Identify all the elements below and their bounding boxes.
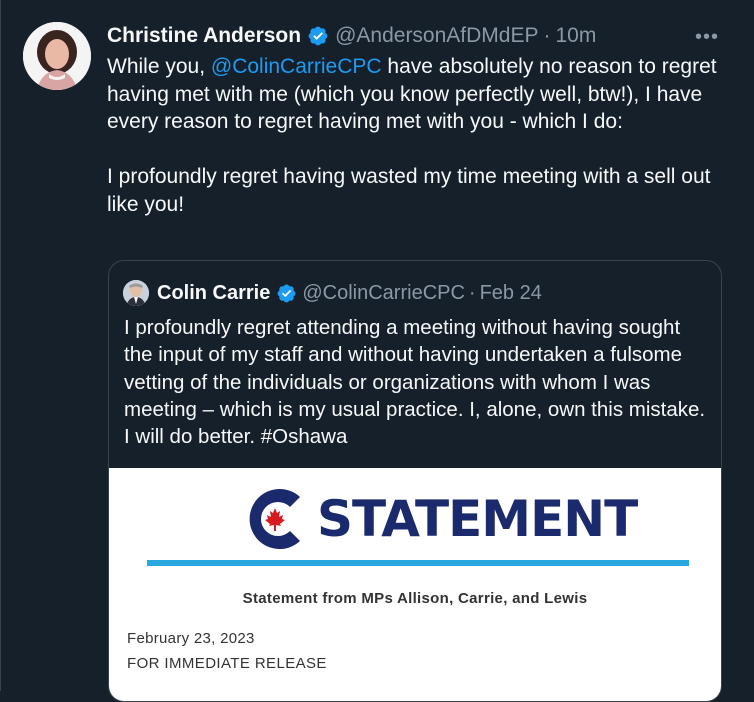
mention-link[interactable]: @ColinCarrieCPC bbox=[211, 55, 382, 78]
tweet-header: Christine Anderson @AndersonAfDMdEP · 10… bbox=[107, 22, 596, 50]
statement-title: Statement from MPs Allison, Carrie, and … bbox=[242, 590, 588, 607]
tweet[interactable]: Christine Anderson @AndersonAfDMdEP · 10… bbox=[0, 0, 754, 702]
separator-dot: · bbox=[468, 281, 476, 304]
quoted-tweet-header: Colin Carrie @ColinCarrieCPC · Feb 24 bbox=[123, 280, 542, 306]
quoted-author-name[interactable]: Colin Carrie bbox=[157, 282, 270, 305]
maple-leaf-icon bbox=[265, 508, 285, 531]
quoted-text-body: I profoundly regret attending a meeting … bbox=[124, 316, 706, 449]
quoted-tweet-card[interactable]: Colin Carrie @ColinCarrieCPC · Feb 24 I … bbox=[108, 260, 722, 702]
conservative-logo-icon bbox=[249, 489, 300, 549]
author-handle[interactable]: @AndersonAfDMdEP bbox=[335, 24, 538, 48]
tweet-text-prefix: While you, bbox=[107, 55, 211, 78]
quoted-author-avatar[interactable] bbox=[123, 280, 149, 306]
tweet-timestamp[interactable]: 10m bbox=[556, 24, 597, 48]
quoted-tweet-date[interactable]: Feb 24 bbox=[480, 282, 542, 305]
quoted-author-handle[interactable]: @ColinCarrieCPC bbox=[302, 282, 465, 305]
quoted-tweet-text: I profoundly regret attending a meeting … bbox=[124, 314, 714, 450]
quoted-tweet-media[interactable]: STATEMENT Statement from MPs Allison, Ca… bbox=[109, 468, 721, 701]
statement-release-label: FOR IMMEDIATE RELEASE bbox=[127, 655, 327, 672]
timeline-divider bbox=[0, 0, 1, 691]
verified-badge-icon bbox=[276, 283, 297, 304]
tweet-paragraph: While you, @ColinCarrieCPC have absolute… bbox=[107, 53, 727, 136]
tweet-paragraph-2: I profoundly regret having wasted my tim… bbox=[107, 165, 711, 216]
tweet-text: While you, @ColinCarrieCPC have absolute… bbox=[107, 53, 727, 218]
hashtag-link[interactable]: #Oshawa bbox=[261, 425, 348, 448]
accent-bar bbox=[147, 560, 689, 566]
separator-dot: · bbox=[543, 24, 551, 47]
more-options-icon[interactable]: ••• bbox=[695, 26, 719, 49]
verified-badge-icon bbox=[307, 25, 329, 47]
statement-wordmark: STATEMENT bbox=[317, 490, 638, 548]
author-name[interactable]: Christine Anderson bbox=[107, 24, 301, 48]
author-avatar[interactable] bbox=[23, 22, 91, 90]
statement-date: February 23, 2023 bbox=[127, 630, 255, 647]
